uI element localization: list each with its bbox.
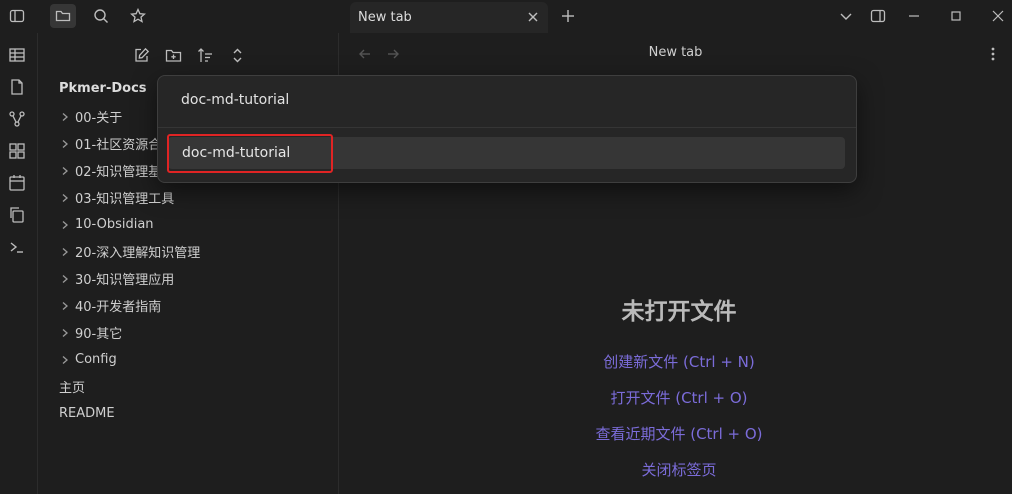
plus-icon[interactable] bbox=[556, 4, 580, 28]
folder-label: 30-知识管理应用 bbox=[75, 273, 175, 288]
folder-label: 02-知识管理基 bbox=[75, 165, 162, 180]
chevron-right-icon bbox=[58, 137, 72, 151]
sort-icon[interactable] bbox=[193, 43, 217, 67]
folder-label: 10-Obsidian bbox=[75, 217, 154, 232]
folder-item[interactable]: 20-深入理解知识管理 bbox=[38, 238, 338, 265]
chevron-right-icon bbox=[58, 326, 72, 340]
chevron-right-icon bbox=[58, 218, 72, 232]
right-sidebar-toggle-icon[interactable] bbox=[864, 4, 892, 28]
chevron-down-icon[interactable] bbox=[832, 4, 860, 28]
table-icon[interactable] bbox=[5, 43, 29, 67]
folder-item[interactable]: 10-Obsidian bbox=[38, 211, 338, 238]
create-new-file-link[interactable]: 创建新文件 (Ctrl + N) bbox=[339, 351, 1012, 372]
calendar-icon[interactable] bbox=[5, 171, 29, 195]
folder-item[interactable]: Config bbox=[38, 346, 338, 373]
folder-label: 90-其它 bbox=[75, 327, 123, 342]
grid-icon[interactable] bbox=[5, 139, 29, 163]
close-tab-link[interactable]: 关闭标签页 bbox=[339, 459, 1012, 480]
tab-title: New tab bbox=[358, 10, 412, 25]
open-file-link[interactable]: 打开文件 (Ctrl + O) bbox=[339, 387, 1012, 408]
new-folder-icon[interactable] bbox=[161, 43, 185, 67]
file-icon[interactable] bbox=[5, 75, 29, 99]
close-icon[interactable] bbox=[522, 6, 544, 28]
file-label: 主页 bbox=[59, 381, 86, 396]
window-close-icon[interactable] bbox=[984, 4, 1012, 28]
folder-item[interactable]: 30-知识管理应用 bbox=[38, 265, 338, 292]
highlight-box bbox=[167, 134, 333, 173]
folder-label: Config bbox=[75, 352, 117, 367]
minimize-icon[interactable] bbox=[900, 4, 928, 28]
vault-name[interactable]: Pkmer-Docs bbox=[59, 81, 147, 96]
folder-item[interactable]: 40-开发者指南 bbox=[38, 292, 338, 319]
recent-files-link[interactable]: 查看近期文件 (Ctrl + O) bbox=[339, 423, 1012, 444]
terminal-icon[interactable] bbox=[5, 235, 29, 259]
file-label: README bbox=[59, 406, 115, 421]
copy-icon[interactable] bbox=[5, 203, 29, 227]
view-title: New tab bbox=[648, 45, 703, 60]
file-item[interactable]: 主页 bbox=[38, 373, 338, 400]
chevron-right-icon bbox=[58, 272, 72, 286]
sidebar-toggle-icon[interactable] bbox=[4, 4, 30, 28]
star-icon[interactable] bbox=[125, 4, 151, 28]
chevron-right-icon bbox=[58, 110, 72, 124]
quick-switcher-input[interactable]: doc-md-tutorial bbox=[181, 92, 289, 108]
folder-item[interactable]: 90-其它 bbox=[38, 319, 338, 346]
chevron-right-icon bbox=[58, 191, 72, 205]
search-icon[interactable] bbox=[88, 4, 114, 28]
folder-label: 01-社区资源合 bbox=[75, 138, 162, 153]
collapse-icon[interactable] bbox=[225, 43, 249, 67]
file-item[interactable]: README bbox=[38, 400, 338, 427]
folder-label: 40-开发者指南 bbox=[75, 300, 162, 315]
tab-new-tab[interactable]: New tab bbox=[350, 2, 548, 33]
more-options-icon[interactable] bbox=[983, 42, 1003, 66]
chevron-right-icon bbox=[58, 299, 72, 313]
folder-item[interactable]: 03-知识管理工具 bbox=[38, 184, 338, 211]
empty-state-title: 未打开文件 bbox=[621, 299, 737, 325]
graph-icon[interactable] bbox=[5, 107, 29, 131]
chevron-right-icon bbox=[58, 245, 72, 259]
maximize-icon[interactable] bbox=[942, 4, 970, 28]
title-bar: New tab bbox=[0, 0, 1012, 33]
divider bbox=[158, 127, 856, 128]
folder-label: 20-深入理解知识管理 bbox=[75, 246, 201, 261]
chevron-right-icon bbox=[58, 353, 72, 367]
folder-icon[interactable] bbox=[50, 4, 76, 28]
chevron-right-icon bbox=[58, 164, 72, 178]
new-note-icon[interactable] bbox=[129, 43, 153, 67]
ribbon bbox=[0, 33, 38, 494]
folder-label: 03-知识管理工具 bbox=[75, 192, 175, 207]
folder-label: 00-关于 bbox=[75, 111, 123, 126]
